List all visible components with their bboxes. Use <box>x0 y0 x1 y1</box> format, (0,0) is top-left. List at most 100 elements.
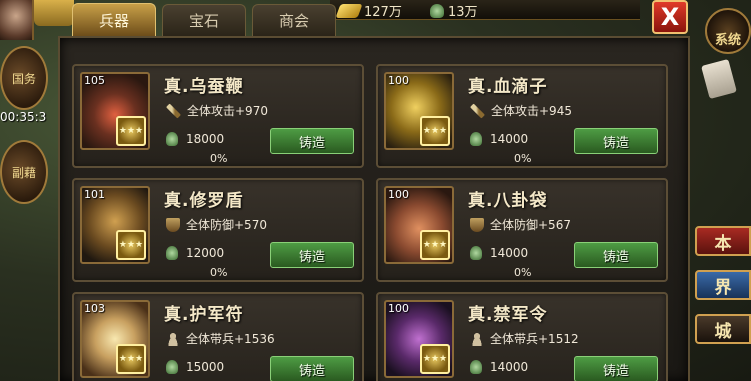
jade-amount: 13万 <box>448 5 478 20</box>
gold-ingot-icon <box>335 3 363 18</box>
item-card: 100 ★★★ 真.禁军令 全体带兵+1512 14000 铸造 <box>376 292 668 381</box>
item-card: 101 ★★★ 真.修罗盾 全体防御+570 12000 0% 铸造 <box>72 178 364 282</box>
item-name: 真.护军符 <box>164 305 244 325</box>
item-stat-text: 全体带兵+1536 <box>186 332 275 346</box>
tab-gems[interactable]: 宝石 <box>162 4 246 36</box>
item-progress: 0% <box>210 266 228 279</box>
item-card: 105 ★★★ 真.乌蚕鞭 全体攻击+970 18000 0% 铸造 <box>72 64 364 168</box>
city-button[interactable]: 城 <box>695 314 751 344</box>
jade-icon <box>166 132 178 146</box>
close-icon: X <box>660 3 680 31</box>
jade-resource: 13万 <box>430 1 478 20</box>
secondary-menu-button[interactable]: 副藉 <box>0 140 48 204</box>
item-thumbnail[interactable]: 100 ★★★ <box>384 300 454 378</box>
sword-icon <box>470 103 485 118</box>
player-avatar[interactable] <box>0 0 34 40</box>
item-stat-text: 全体攻击+945 <box>491 104 572 118</box>
forge-panel: 105 ★★★ 真.乌蚕鞭 全体攻击+970 18000 0% 铸造 100 ★… <box>58 36 690 381</box>
forge-button-label: 铸造 <box>602 249 629 265</box>
item-cost: 18000 <box>166 132 224 146</box>
state-affairs-button[interactable]: 国务 <box>0 46 48 110</box>
item-stat-text: 全体攻击+970 <box>187 104 268 118</box>
item-card: 103 ★★★ 真.护军符 全体带兵+1536 15000 铸造 <box>72 292 364 381</box>
item-cost: 14000 <box>470 246 528 260</box>
item-level: 103 <box>84 302 105 315</box>
item-stat: 全体攻击+945 <box>470 102 572 119</box>
jade-icon <box>470 360 482 374</box>
item-thumbnail[interactable]: 105 ★★★ <box>80 72 150 150</box>
instance-button[interactable]: 本 <box>695 226 751 256</box>
item-level: 101 <box>84 188 105 201</box>
shield-icon <box>166 217 180 232</box>
instance-label: 本 <box>714 233 732 254</box>
star-medal-icon: ★★★ <box>420 344 450 374</box>
item-card: 100 ★★★ 真.血滴子 全体攻击+945 14000 0% 铸造 <box>376 64 668 168</box>
tab-gems-label: 宝石 <box>188 12 219 30</box>
item-name: 真.禁军令 <box>468 305 548 325</box>
item-cost: 14000 <box>470 360 528 374</box>
item-stat: 全体带兵+1536 <box>166 330 275 347</box>
forge-button-label: 铸造 <box>602 135 629 151</box>
forge-button-label: 铸造 <box>298 249 325 265</box>
forge-button[interactable]: 铸造 <box>574 356 658 381</box>
tab-weapons[interactable]: 兵器 <box>72 3 156 37</box>
item-thumbnail[interactable]: 101 ★★★ <box>80 186 150 264</box>
item-stat-text: 全体防御+567 <box>490 218 571 232</box>
item-card: 100 ★★★ 真.八卦袋 全体防御+567 14000 0% 铸造 <box>376 178 668 282</box>
forge-button-label: 铸造 <box>298 135 325 151</box>
city-label: 城 <box>714 321 732 342</box>
item-name: 真.血滴子 <box>468 77 548 97</box>
item-cost: 15000 <box>166 360 224 374</box>
vip-ribbon-icon[interactable] <box>34 0 74 26</box>
item-level: 100 <box>388 74 409 87</box>
item-thumbnail[interactable]: 103 ★★★ <box>80 300 150 378</box>
item-cost-value: 12000 <box>186 246 225 260</box>
item-stat: 全体攻击+970 <box>166 102 268 119</box>
item-progress: 0% <box>514 152 532 165</box>
forge-button[interactable]: 铸造 <box>574 128 658 154</box>
jade-icon <box>166 360 178 374</box>
system-label: 系统 <box>714 33 741 48</box>
tab-guild-shop-label: 商会 <box>278 12 309 30</box>
item-level: 100 <box>388 188 409 201</box>
world-button[interactable]: 界 <box>695 270 751 300</box>
person-icon <box>166 331 180 346</box>
item-stat-text: 全体带兵+1512 <box>490 332 579 346</box>
item-thumbnail[interactable]: 100 ★★★ <box>384 72 454 150</box>
item-cost: 12000 <box>166 246 224 260</box>
item-stat-text: 全体防御+570 <box>186 218 267 232</box>
forge-button-label: 铸造 <box>298 363 325 379</box>
item-stat: 全体带兵+1512 <box>470 330 579 347</box>
sword-icon <box>166 103 181 118</box>
item-thumbnail[interactable]: 100 ★★★ <box>384 186 454 264</box>
map-scroll-icon[interactable] <box>701 58 737 100</box>
forge-button[interactable]: 铸造 <box>574 242 658 268</box>
forge-button[interactable]: 铸造 <box>270 356 354 381</box>
tab-weapons-label: 兵器 <box>98 12 129 30</box>
state-affairs-label: 国务 <box>11 71 36 86</box>
tab-guild-shop[interactable]: 商会 <box>252 4 336 36</box>
star-medal-icon: ★★★ <box>420 230 450 260</box>
star-medal-icon: ★★★ <box>116 116 146 146</box>
item-cost-value: 18000 <box>186 132 225 146</box>
shield-icon <box>470 217 484 232</box>
person-icon <box>470 331 484 346</box>
jade-icon <box>470 246 482 260</box>
item-name: 真.乌蚕鞭 <box>164 77 244 97</box>
system-button[interactable]: 系统 <box>705 8 751 54</box>
resource-bar: 127万 13万 <box>330 0 640 20</box>
item-name: 真.八卦袋 <box>468 191 548 211</box>
item-stat: 全体防御+570 <box>166 216 267 233</box>
item-name: 真.修罗盾 <box>164 191 244 211</box>
jade-icon <box>470 132 482 146</box>
gold-amount: 127万 <box>364 5 402 20</box>
secondary-menu-label: 副藉 <box>11 165 36 180</box>
jade-icon <box>430 3 444 18</box>
forge-button[interactable]: 铸造 <box>270 128 354 154</box>
forge-button-label: 铸造 <box>602 363 629 379</box>
star-medal-icon: ★★★ <box>116 344 146 374</box>
close-button[interactable]: X <box>652 0 688 34</box>
jade-icon <box>166 246 178 260</box>
forge-button[interactable]: 铸造 <box>270 242 354 268</box>
item-cost: 14000 <box>470 132 528 146</box>
